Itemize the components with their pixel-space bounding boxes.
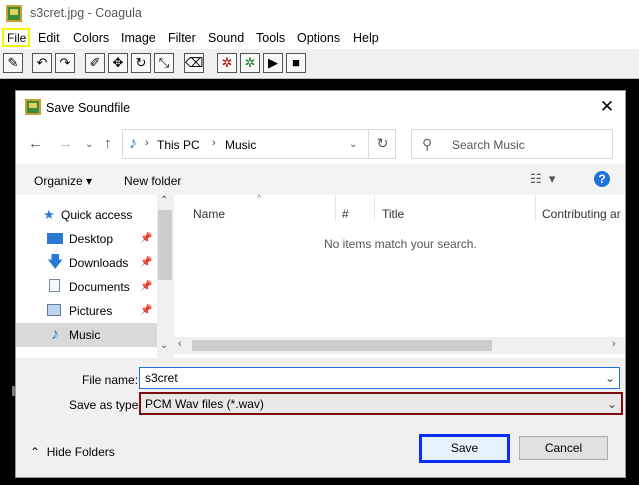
move-icon[interactable]: ✥ <box>108 53 128 73</box>
column-number[interactable]: # <box>342 207 349 221</box>
navigation-pane: ★ Quick access Desktop 📌 🡇 Downloads 📌 D… <box>16 195 173 358</box>
file-list: ^ Name # Title Contributing ar No items … <box>174 193 625 358</box>
menu-edit[interactable]: Edit <box>38 31 60 45</box>
nav-item-documents[interactable]: Documents 📌 <box>16 275 157 299</box>
menu-options[interactable]: Options <box>297 31 340 45</box>
refresh-icon[interactable]: ↻ <box>368 129 396 159</box>
coagula-dialog-icon <box>25 99 41 115</box>
nav-item-pictures[interactable]: Pictures 📌 <box>16 299 157 323</box>
chevron-down-icon[interactable]: ⌄ <box>605 371 615 385</box>
brush-icon[interactable]: ✐ <box>85 53 105 73</box>
menu-help[interactable]: Help <box>353 31 379 45</box>
pictures-icon <box>47 304 61 316</box>
back-arrow-icon[interactable]: ← <box>28 135 43 152</box>
dialog-title: Save Soundfile <box>46 101 131 115</box>
search-icon: ⚲ <box>422 136 433 152</box>
column-divider[interactable] <box>374 195 375 221</box>
search-box[interactable]: ⚲ Search Music <box>411 129 613 159</box>
pin-icon[interactable]: 📌 <box>140 257 152 268</box>
nav-item-quick-access[interactable]: ★ Quick access <box>16 203 157 227</box>
save-type-value: PCM Wav files (*.wav) <box>145 397 264 411</box>
breadcrumb-music[interactable]: Music <box>225 138 256 152</box>
toolbar: ✎ ↶ ↷ ✐ ✥ ↻ ⤡ ⌫ ✲ ✲ ▶ ■ <box>0 49 639 79</box>
hide-folders-button[interactable]: ⌃ Hide Folders <box>30 445 115 459</box>
sort-indicator-icon: ^ <box>257 193 262 203</box>
pin-icon[interactable]: 📌 <box>140 281 152 292</box>
desktop-icon <box>47 233 63 244</box>
forward-arrow-icon[interactable]: → <box>58 135 73 152</box>
new-image-icon[interactable]: ✎ <box>3 53 23 73</box>
dialog-titlebar: Save Soundfile ✕ <box>16 91 625 124</box>
undo-icon[interactable]: ↶ <box>32 53 52 73</box>
help-icon[interactable]: ? <box>594 171 610 187</box>
chevron-down-icon[interactable]: ⌄ <box>85 139 93 150</box>
scroll-left-icon[interactable]: ‹ <box>178 338 182 350</box>
download-icon: 🡇 <box>47 254 64 271</box>
coagula-app-icon <box>6 5 22 22</box>
search-placeholder: Search Music <box>452 138 525 152</box>
rotate-icon[interactable]: ↻ <box>131 53 151 73</box>
up-arrow-icon[interactable]: ↑ <box>104 135 112 152</box>
address-bar[interactable]: ♪ › This PC › Music ⌄ <box>122 129 396 159</box>
app-titlebar: s3cret.jpg - Coagula <box>0 0 639 28</box>
render-gear-icon[interactable]: ✲ <box>217 53 237 73</box>
menu-image[interactable]: Image <box>121 31 156 45</box>
scrollbar-thumb[interactable] <box>192 340 492 351</box>
stop-icon[interactable]: ■ <box>286 53 306 73</box>
breadcrumb-separator-icon[interactable]: › <box>145 137 149 149</box>
file-name-field[interactable]: s3cret ⌄ <box>139 367 620 389</box>
nav-item-downloads[interactable]: 🡇 Downloads 📌 <box>16 251 157 275</box>
column-contributing-artists[interactable]: Contributing ar <box>542 207 621 221</box>
save-soundfile-dialog: Save Soundfile ✕ ← → ⌄ ↑ ♪ › This PC › M… <box>15 90 626 478</box>
chevron-down-icon[interactable]: ⌄ <box>607 397 617 411</box>
file-list-horizontal-scrollbar[interactable]: ‹ › <box>174 337 625 354</box>
music-note-icon: ♪ <box>129 135 137 152</box>
close-icon[interactable]: ✕ <box>599 98 615 115</box>
breadcrumb-this-pc[interactable]: This PC <box>157 138 200 152</box>
navigation-bar: ← → ⌄ ↑ ♪ › This PC › Music ⌄ ↻ ⚲ Search… <box>16 124 625 164</box>
empty-folder-message: No items match your search. <box>324 237 477 251</box>
save-type-select[interactable]: PCM Wav files (*.wav) ⌄ <box>139 392 623 415</box>
play-icon[interactable]: ▶ <box>263 53 283 73</box>
render-gear-green-icon[interactable]: ✲ <box>240 53 260 73</box>
scrollbar-thumb[interactable] <box>158 210 172 280</box>
scroll-up-icon[interactable]: ⌃ <box>160 195 168 206</box>
app-title: s3cret.jpg - Coagula <box>30 6 142 20</box>
new-folder-button[interactable]: New folder <box>124 174 181 188</box>
save-type-label: Save as type: <box>69 398 142 412</box>
documents-icon <box>49 279 60 292</box>
menu-bar: File Edit Colors Image Filter Sound Tool… <box>0 28 639 49</box>
view-options-icon[interactable]: ☷ ▾ <box>530 171 555 187</box>
organize-button[interactable]: Organize ▾ <box>34 174 92 188</box>
column-divider[interactable] <box>535 195 536 221</box>
menu-sound[interactable]: Sound <box>208 31 244 45</box>
nav-pane-scrollbar[interactable]: ⌃ ⌄ <box>157 195 173 358</box>
menu-tools[interactable]: Tools <box>256 31 285 45</box>
music-icon: ♪ <box>51 326 59 343</box>
save-button[interactable]: Save <box>419 434 510 463</box>
column-divider[interactable] <box>335 195 336 221</box>
redo-icon[interactable]: ↷ <box>55 53 75 73</box>
cancel-button[interactable]: Cancel <box>519 436 608 460</box>
menu-filter[interactable]: Filter <box>168 31 196 45</box>
scroll-right-icon[interactable]: › <box>612 338 616 350</box>
pin-icon[interactable]: 📌 <box>140 233 152 244</box>
nav-item-music[interactable]: ♪ Music <box>16 323 157 347</box>
nav-item-desktop[interactable]: Desktop 📌 <box>16 227 157 251</box>
pin-icon[interactable]: 📌 <box>140 305 152 316</box>
column-name[interactable]: Name <box>193 207 225 221</box>
chevron-up-icon: ⌃ <box>30 445 41 459</box>
eraser-icon[interactable]: ⌫ <box>184 53 204 73</box>
command-bar: Organize ▾ New folder ☷ ▾ ? <box>16 164 625 195</box>
scroll-down-icon[interactable]: ⌄ <box>160 340 168 351</box>
file-name-label: File name: <box>82 373 139 387</box>
star-icon: ★ <box>43 207 55 222</box>
menu-file[interactable]: File <box>2 28 30 47</box>
file-name-value: s3cret <box>145 371 178 385</box>
address-dropdown-icon[interactable]: ⌄ <box>349 139 357 150</box>
column-title[interactable]: Title <box>382 207 404 221</box>
breadcrumb-separator-icon[interactable]: › <box>212 137 216 149</box>
menu-colors[interactable]: Colors <box>73 31 109 45</box>
scale-icon[interactable]: ⤡ <box>154 53 174 73</box>
